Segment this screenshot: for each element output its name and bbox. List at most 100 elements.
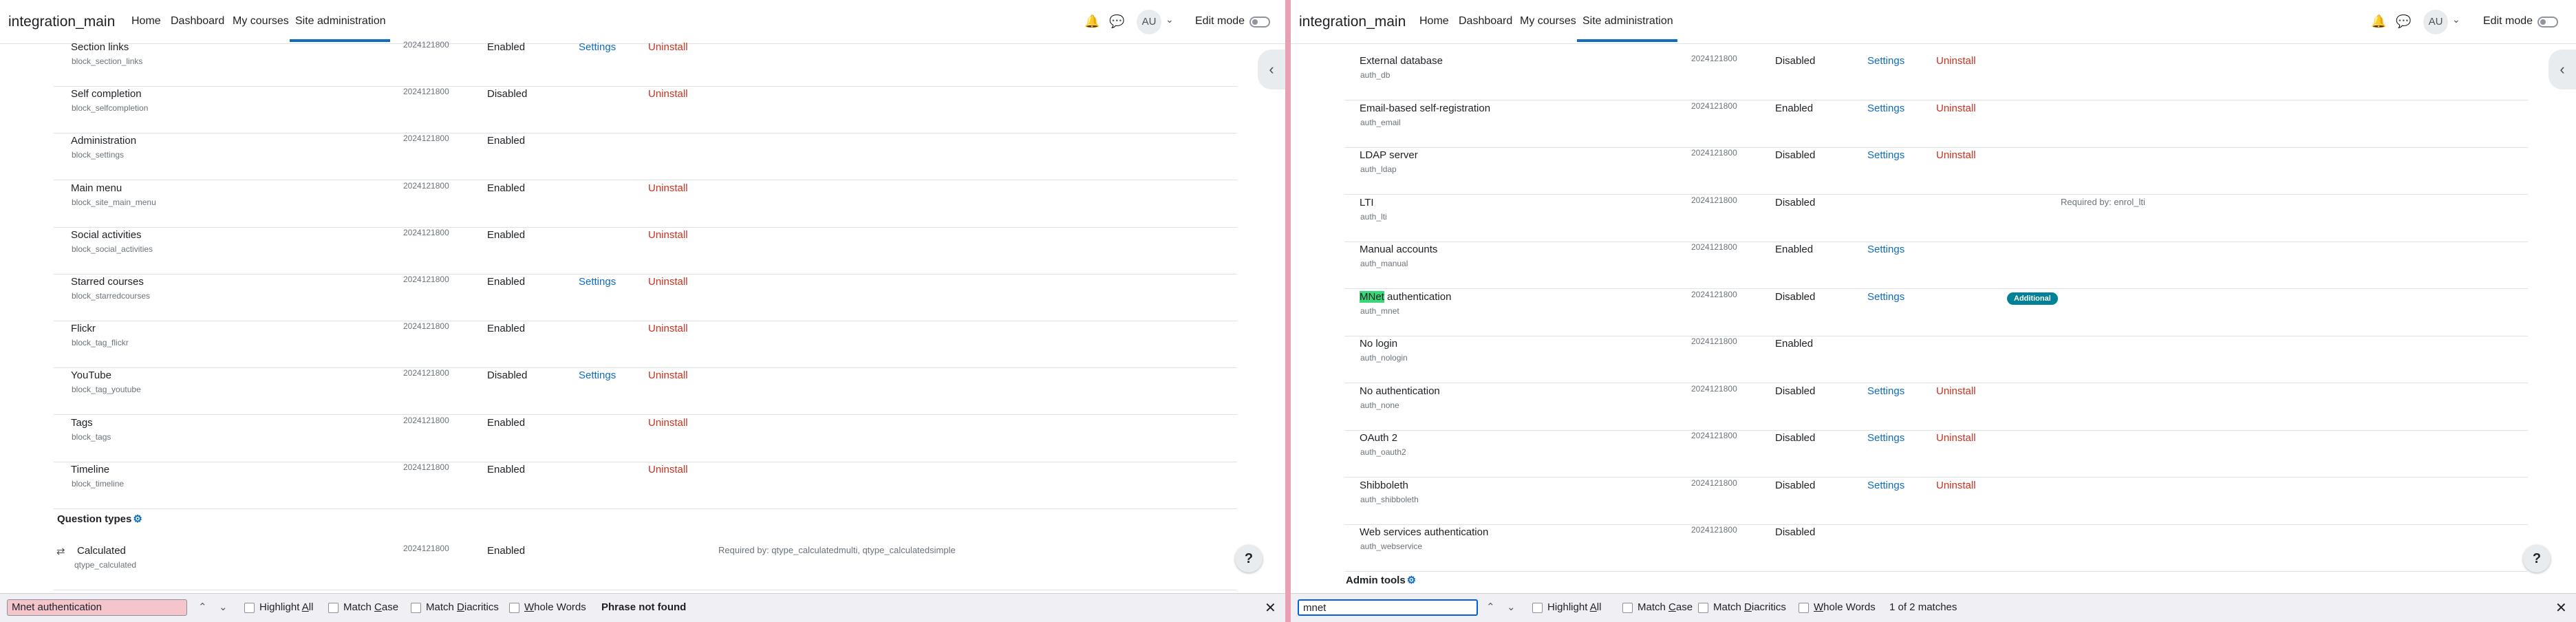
close-icon[interactable]: ✕ [1265,599,1276,616]
edit-mode-toggle[interactable] [1249,17,1270,28]
chevron-down-icon[interactable]: ⌄ [2452,14,2460,25]
site-name[interactable]: integration_main [8,14,115,30]
messages-icon[interactable]: 💬 [2396,14,2411,29]
uninstall-link[interactable]: Uninstall [648,369,688,381]
plugin-status: Enabled [487,545,526,557]
nav-site-administration[interactable]: Site administration [1582,15,1673,28]
notifications-bell-icon[interactable]: 🔔 [1084,14,1099,29]
uninstall-link[interactable]: Uninstall [648,41,688,53]
site-name[interactable]: integration_main [1299,14,1406,30]
find-status: Phrase not found [601,601,687,613]
uninstall-link[interactable]: Uninstall [1936,480,1976,491]
uninstall-link[interactable]: Uninstall [648,88,688,100]
uninstall-link[interactable]: Uninstall [1936,432,1976,444]
nav-my-courses[interactable]: My courses [1520,15,1576,28]
navbar: integration_main Home Dashboard My cours… [1291,0,2576,44]
plugin-status: Enabled [487,135,526,147]
whole-words-checkbox[interactable] [1799,603,1809,613]
find-next-icon[interactable]: ⌄ [219,601,228,613]
find-input[interactable]: mnet [1298,599,1478,616]
help-question-button[interactable]: ? [1235,545,1263,572]
settings-link[interactable]: Settings [579,276,616,288]
uninstall-link[interactable]: Uninstall [648,323,688,334]
close-icon[interactable]: ✕ [2555,599,2567,616]
uninstall-link[interactable]: Uninstall [1936,55,1976,67]
messages-icon[interactable]: 💬 [1109,14,1124,29]
find-previous-icon[interactable]: ⌃ [198,601,207,613]
chevron-down-icon[interactable]: ⌄ [1166,14,1174,25]
match-diacritics-checkbox[interactable] [1698,603,1708,613]
plugin-name: Timeline [71,463,110,475]
table-row: Flickr block_tag_flickr 2024121800 Enabled U… [54,321,1237,369]
uninstall-link[interactable]: Uninstall [648,182,688,194]
notifications-bell-icon[interactable]: 🔔 [2371,14,2386,29]
plugin-version: 2024121800 [1691,100,1737,111]
plugin-version: 2024121800 [403,87,449,97]
edit-mode-toggle[interactable] [2537,17,2558,28]
edit-mode-label: Edit mode [2483,15,2533,27]
uninstall-link[interactable]: Uninstall [648,464,688,475]
nav-site-administration[interactable]: Site administration [295,15,386,28]
plugin-version: 2024121800 [1691,525,1737,535]
section-title-text: Question types [57,513,132,525]
find-next-icon[interactable]: ⌄ [1507,601,1516,613]
user-avatar[interactable]: AU [1137,10,1161,34]
match-diacritics-checkbox[interactable] [411,603,421,613]
settings-link[interactable]: Settings [1867,432,1904,444]
nav-dashboard[interactable]: Dashboard [1459,15,1512,28]
settings-link[interactable]: Settings [1867,291,1904,303]
gear-icon[interactable]: ⚙ [1407,575,1416,586]
uninstall-link[interactable]: Uninstall [1936,103,1976,114]
plugin-name: Flickr [71,323,96,335]
plugin-version: 2024121800 [403,415,449,425]
table-row: Tags block_tags 2024121800 Enabled Uninstall [54,416,1237,462]
plugin-id: block_tag_youtube [72,385,141,395]
plugin-status: Enabled [487,463,526,475]
plugin-id: auth_shibboleth [1360,494,1419,504]
plugin-id: block_section_links [72,56,143,66]
table-row: YouTube block_tag_youtube 2024121800 Disabl… [54,368,1237,416]
plugin-version: 2024121800 [1691,478,1737,488]
plugin-name: OAuth 2 [1360,432,1398,444]
table-row: OAuth 2 auth_oauth2 2024121800 Disabled Sett… [1344,431,2528,478]
settings-link[interactable]: Settings [1867,385,1904,397]
table-row: Self completion block_selfcompletion 20241… [54,87,1237,134]
find-input[interactable]: Mnet authentication [7,599,187,616]
highlight-all-label: Highlight All [259,601,314,613]
match-case-checkbox[interactable] [1622,603,1633,613]
settings-link[interactable]: Settings [1867,149,1904,161]
uninstall-link[interactable]: Uninstall [648,276,688,288]
nav-dashboard[interactable]: Dashboard [171,15,224,28]
settings-link[interactable]: Settings [1867,55,1904,67]
drawer-toggle-chevron-left-icon[interactable]: ‹ [2548,50,2576,89]
nav-home[interactable]: Home [131,15,161,28]
plugin-version: 2024121800 [1691,383,1737,394]
whole-words-label: Whole Words [1814,601,1876,613]
nav-my-courses[interactable]: My courses [233,15,289,28]
gear-icon[interactable]: ⚙ [133,513,142,525]
uninstall-link[interactable]: Uninstall [648,229,688,241]
user-avatar[interactable]: AU [2423,10,2448,34]
highlight-all-checkbox[interactable] [1532,603,1543,613]
section-title-text: Admin tools [1346,575,1406,586]
settings-link[interactable]: Settings [579,369,616,381]
settings-link[interactable]: Settings [1867,244,1904,255]
settings-link[interactable]: Settings [1867,103,1904,114]
uninstall-link[interactable]: Uninstall [1936,149,1976,161]
settings-link[interactable]: Settings [579,41,616,53]
uninstall-link[interactable]: Uninstall [1936,385,1976,397]
match-case-checkbox[interactable] [328,603,339,613]
plugin-name: Main menu [71,182,122,194]
drawer-toggle-chevron-left-icon[interactable]: ‹ [1258,50,1285,89]
plugin-version: 2024121800 [1691,289,1737,299]
settings-link[interactable]: Settings [1867,480,1904,491]
plugin-name: MNet authentication [1360,290,1451,303]
nav-home[interactable]: Home [1419,15,1449,28]
plugin-id: auth_mnet [1360,305,1399,316]
uninstall-link[interactable]: Uninstall [648,417,688,429]
find-previous-icon[interactable]: ⌃ [1486,601,1495,613]
highlight-all-checkbox[interactable] [244,603,255,613]
plugin-status: Enabled [1775,338,1814,350]
whole-words-checkbox[interactable] [509,603,519,613]
plugin-version: 2024121800 [403,40,449,50]
